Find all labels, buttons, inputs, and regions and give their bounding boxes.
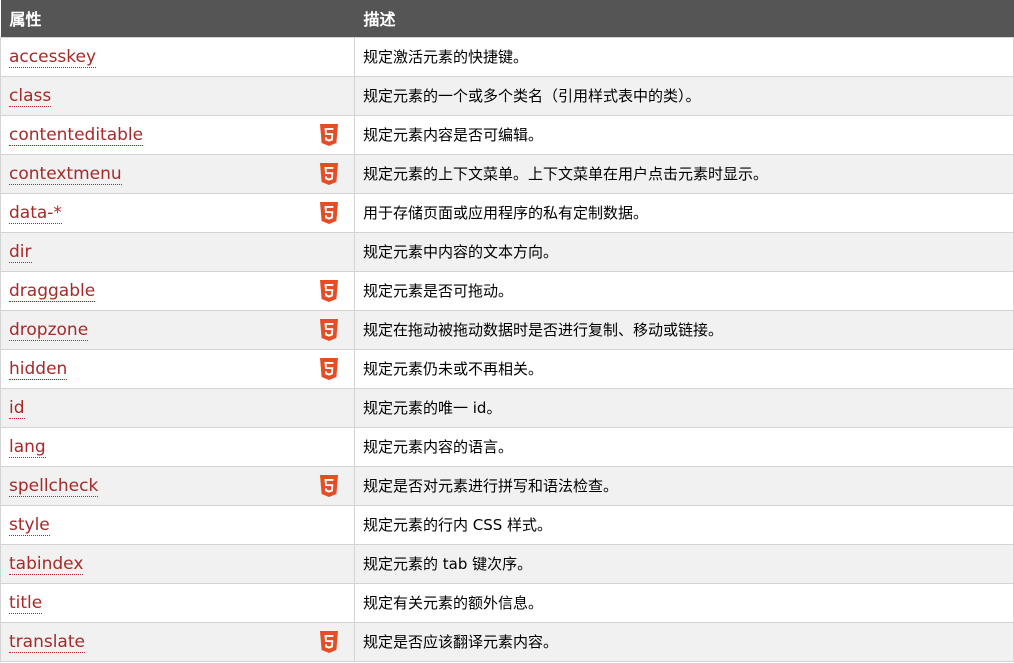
attribute-cell: contextmenu	[0, 153, 355, 194]
attribute-link[interactable]: hidden	[9, 358, 68, 380]
table-row: tabindex 规定元素的 tab 键次序。	[0, 543, 1014, 584]
description-cell: 规定有关元素的额外信息。	[354, 582, 1014, 623]
html5-icon	[320, 279, 338, 302]
attribute-link[interactable]: draggable	[9, 280, 96, 302]
attribute-link[interactable]: contenteditable	[9, 124, 144, 146]
html5-icon	[320, 474, 338, 497]
description-cell: 规定激活元素的快捷键。	[354, 36, 1014, 77]
attribute-link[interactable]: class	[9, 85, 52, 107]
attribute-cell: accesskey	[0, 36, 355, 77]
attribute-link[interactable]: title	[9, 592, 43, 614]
attribute-cell: tabindex	[0, 543, 355, 584]
attribute-cell: contenteditable	[0, 114, 355, 155]
html5-icon	[320, 318, 338, 341]
attribute-link[interactable]: translate	[9, 631, 85, 653]
attribute-link[interactable]: lang	[9, 436, 46, 458]
table-row: title 规定有关元素的额外信息。	[0, 582, 1014, 623]
description-cell: 规定元素的唯一 id。	[354, 387, 1014, 428]
attribute-link[interactable]: style	[9, 514, 50, 536]
attribute-cell: id	[0, 387, 355, 428]
attribute-cell: dropzone	[0, 309, 355, 350]
attribute-cell: translate	[0, 621, 355, 662]
attribute-cell: class	[0, 75, 355, 116]
description-cell: 规定元素的 tab 键次序。	[354, 543, 1014, 584]
table-row: dir 规定元素中内容的文本方向。	[0, 231, 1014, 272]
attribute-cell: dir	[0, 231, 355, 272]
table-body: accesskey 规定激活元素的快捷键。 class 规定元素的一个或多个类名（引用…	[0, 36, 1014, 662]
html5-icon	[320, 123, 338, 146]
attributes-table: 属性 描述 accesskey 规定激活元素的快捷键。 class 规定元素的一个或多…	[0, 0, 1014, 662]
table-row: spellcheck 规定是否对元素进行拼写和语法检查。	[0, 465, 1014, 506]
table-row: translate 规定是否应该翻译元素内容。	[0, 621, 1014, 662]
attribute-cell: hidden	[0, 348, 355, 389]
table-row: hidden 规定元素仍未或不再相关。	[0, 348, 1014, 389]
table-row: contextmenu 规定元素的上下文菜单。上下文菜单在用户点击元素时显示。	[0, 153, 1014, 194]
html5-icon	[320, 201, 338, 224]
table-row: dropzone 规定在拖动被拖动数据时是否进行复制、移动或链接。	[0, 309, 1014, 350]
table-row: accesskey 规定激活元素的快捷键。	[0, 36, 1014, 77]
attribute-cell: style	[0, 504, 355, 545]
description-cell: 规定元素的行内 CSS 样式。	[354, 504, 1014, 545]
table-row: lang 规定元素内容的语言。	[0, 426, 1014, 467]
description-cell: 规定元素是否可拖动。	[354, 270, 1014, 311]
attribute-link[interactable]: dir	[9, 241, 32, 263]
attribute-link[interactable]: contextmenu	[9, 163, 122, 185]
table-row: data-* 用于存储页面或应用程序的私有定制数据。	[0, 192, 1014, 233]
attribute-cell: lang	[0, 426, 355, 467]
description-cell: 规定元素中内容的文本方向。	[354, 231, 1014, 272]
table-row: class 规定元素的一个或多个类名（引用样式表中的类）。	[0, 75, 1014, 116]
html5-icon	[320, 630, 338, 653]
description-cell: 规定元素仍未或不再相关。	[354, 348, 1014, 389]
header-attribute: 属性	[9, 10, 42, 30]
html5-icon	[320, 357, 338, 380]
attribute-link[interactable]: dropzone	[9, 319, 89, 341]
attribute-link[interactable]: spellcheck	[9, 475, 99, 497]
header-description: 描述	[363, 10, 396, 30]
description-cell: 用于存储页面或应用程序的私有定制数据。	[354, 192, 1014, 233]
table-row: id 规定元素的唯一 id。	[0, 387, 1014, 428]
attribute-cell: spellcheck	[0, 465, 355, 506]
description-cell: 规定元素的一个或多个类名（引用样式表中的类）。	[354, 75, 1014, 116]
description-cell: 规定在拖动被拖动数据时是否进行复制、移动或链接。	[354, 309, 1014, 350]
attribute-cell: title	[0, 582, 355, 623]
attribute-link[interactable]: data-*	[9, 202, 62, 224]
description-cell: 规定是否对元素进行拼写和语法检查。	[354, 465, 1014, 506]
table-row: style 规定元素的行内 CSS 样式。	[0, 504, 1014, 545]
attribute-link[interactable]: accesskey	[9, 46, 97, 68]
table-header-row: 属性 描述	[0, 0, 1014, 37]
table-row: draggable 规定元素是否可拖动。	[0, 270, 1014, 311]
attribute-cell: draggable	[0, 270, 355, 311]
attribute-cell: data-*	[0, 192, 355, 233]
attribute-link[interactable]: id	[9, 397, 25, 419]
html5-icon	[320, 162, 338, 185]
description-cell: 规定元素内容的语言。	[354, 426, 1014, 467]
description-cell: 规定是否应该翻译元素内容。	[354, 621, 1014, 662]
attribute-link[interactable]: tabindex	[9, 553, 84, 575]
description-cell: 规定元素内容是否可编辑。	[354, 114, 1014, 155]
table-row: contenteditable 规定元素内容是否可编辑。	[0, 114, 1014, 155]
description-cell: 规定元素的上下文菜单。上下文菜单在用户点击元素时显示。	[354, 153, 1014, 194]
